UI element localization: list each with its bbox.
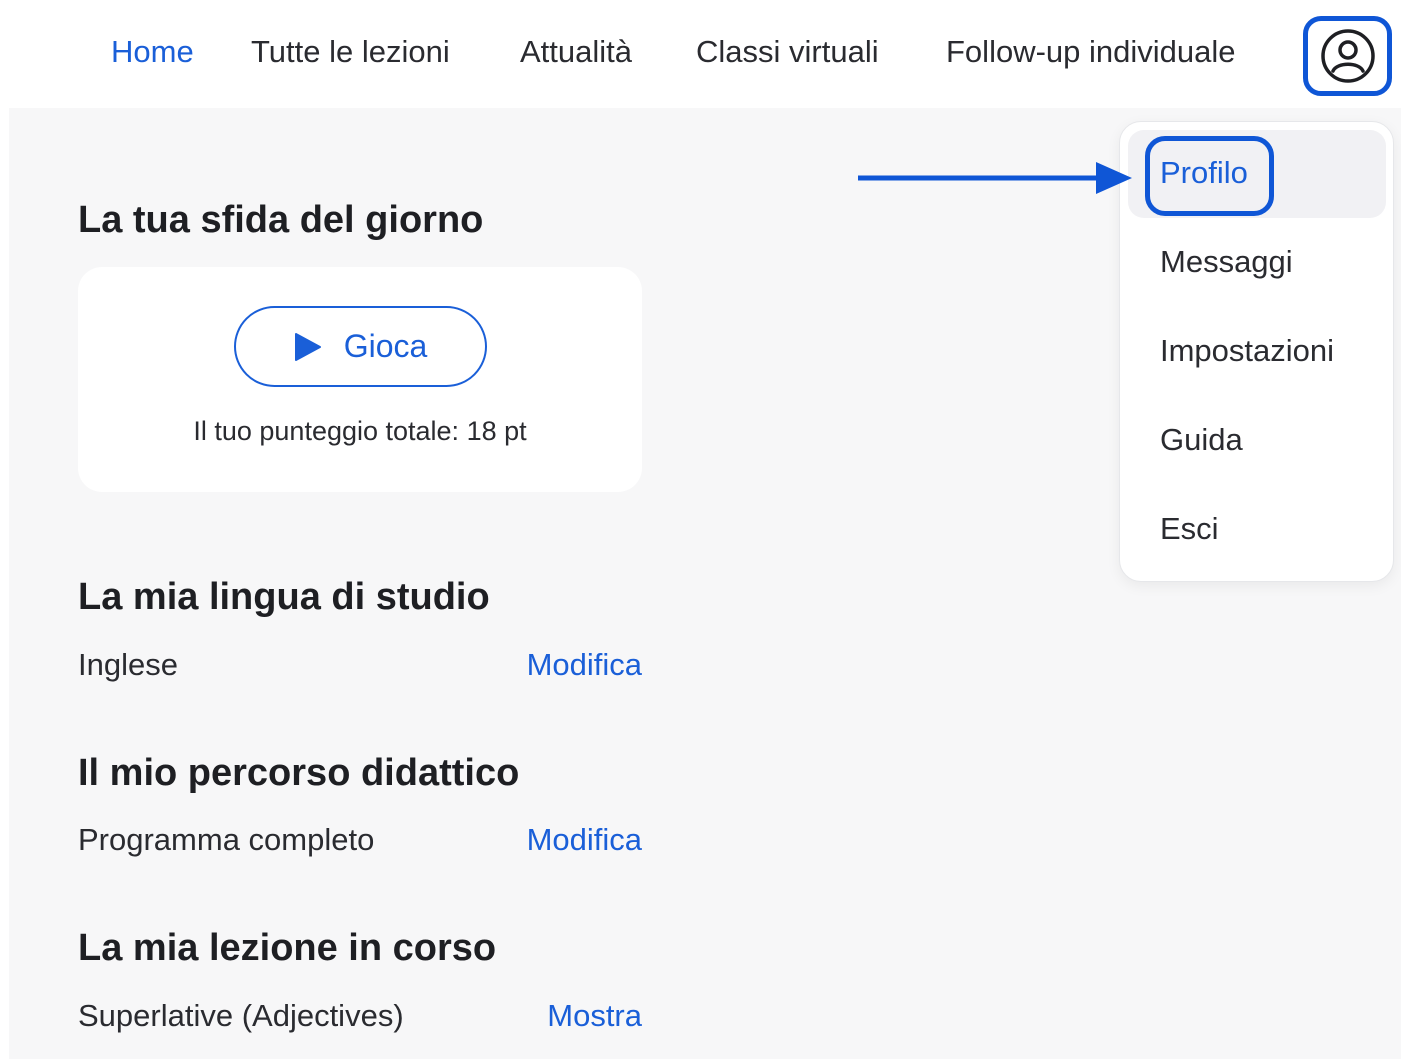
current-lesson-title: La mia lezione in corso <box>78 927 497 969</box>
play-button[interactable]: Gioca <box>234 306 487 387</box>
nav-item-all-lessons[interactable]: Tutte le lezioni <box>251 30 450 74</box>
nav-item-news[interactable]: Attualità <box>520 30 632 74</box>
nav-item-virtual-classes[interactable]: Classi virtuali <box>696 30 879 74</box>
daily-challenge-title: La tua sfida del giorno <box>78 199 484 241</box>
learning-path-title: Il mio percorso didattico <box>78 752 520 794</box>
menu-item-messages[interactable]: Messaggi <box>1160 244 1293 280</box>
menu-item-settings[interactable]: Impostazioni <box>1160 333 1334 369</box>
study-language-value: Inglese <box>78 647 178 682</box>
learning-path-value: Programma completo <box>78 822 375 857</box>
profile-highlight-ring <box>1145 136 1274 216</box>
nav-item-individual-followup[interactable]: Follow-up individuale <box>946 30 1236 74</box>
top-navigation: Home Tutte le lezioni Attualità Classi v… <box>0 0 1401 108</box>
menu-item-logout[interactable]: Esci <box>1160 511 1219 547</box>
play-icon <box>294 332 321 361</box>
current-lesson-value: Superlative (Adjectives) <box>78 998 404 1033</box>
play-button-label: Gioca <box>343 328 428 364</box>
account-menu-button[interactable] <box>1303 16 1392 96</box>
total-score-text: Il tuo punteggio totale: 18 pt <box>193 416 527 446</box>
show-lesson-link[interactable]: Mostra <box>547 998 642 1034</box>
page: Home Tutte le lezioni Attualità Classi v… <box>0 0 1401 1059</box>
study-language-title: La mia lingua di studio <box>78 576 490 618</box>
nav-item-home[interactable]: Home <box>111 30 194 74</box>
edit-path-link[interactable]: Modifica <box>527 822 642 858</box>
pointer-arrow-icon <box>858 162 1132 194</box>
edit-language-link[interactable]: Modifica <box>527 647 642 683</box>
user-circle-icon <box>1320 29 1375 83</box>
menu-item-help[interactable]: Guida <box>1160 422 1243 458</box>
